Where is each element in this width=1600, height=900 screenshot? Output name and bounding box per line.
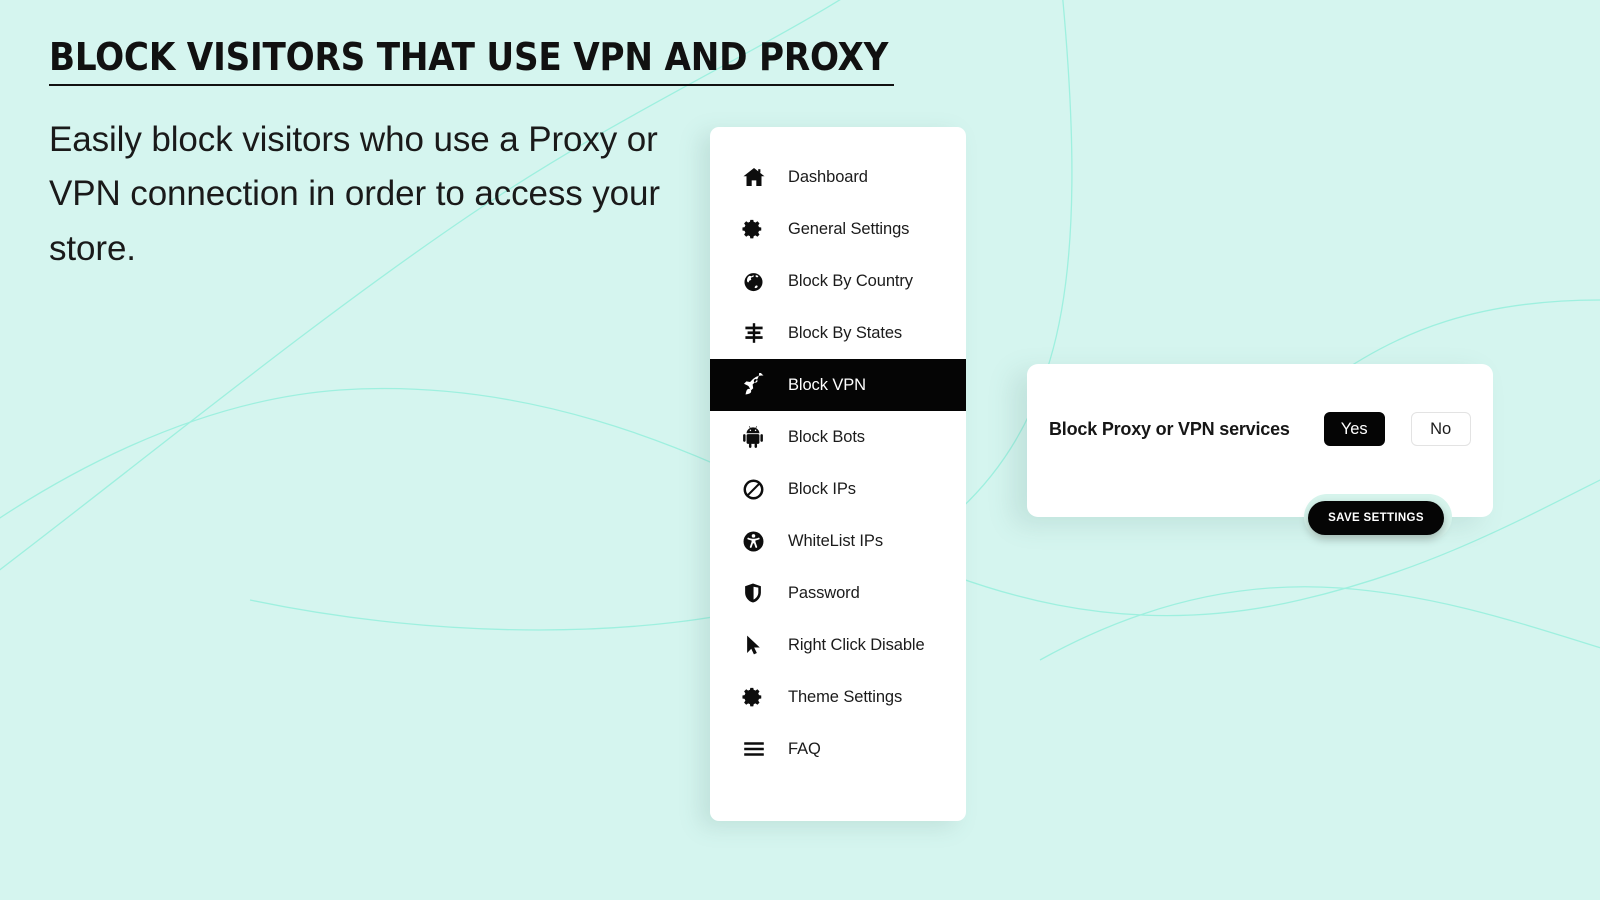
shield-icon <box>742 580 768 606</box>
sidebar-item-password[interactable]: Password <box>710 567 966 619</box>
sidebar-item-label: Block VPN <box>788 375 866 394</box>
sidebar-item-label: Block By States <box>788 323 903 342</box>
save-settings-button[interactable]: SAVE SETTINGS <box>1308 501 1444 535</box>
cursor-arrow-icon <box>742 632 768 658</box>
rocket-icon <box>742 372 768 398</box>
android-robot-icon <box>742 424 768 450</box>
gear-icon <box>742 684 768 710</box>
sidebar-item-block-ips[interactable]: Block IPs <box>710 463 966 515</box>
sidebar-nav: Dashboard General Settings Block By Countr… <box>710 127 966 821</box>
gear-icon <box>742 216 768 242</box>
signpost-icon <box>742 320 768 346</box>
setting-label: Block Proxy or VPN services <box>1049 418 1290 439</box>
page-title: BLOCK VISITORS THAT USE VPN AND PROXY <box>49 35 889 79</box>
ban-icon <box>742 476 768 502</box>
sidebar-item-label: Block Bots <box>788 427 865 446</box>
sidebar-item-faq[interactable]: FAQ <box>710 723 966 775</box>
sidebar-item-label: Theme Settings <box>788 687 903 706</box>
sidebar-item-dashboard[interactable]: Dashboard <box>710 151 966 203</box>
block-proxy-yes-button[interactable]: Yes <box>1323 412 1385 446</box>
sidebar-item-label: General Settings <box>788 219 910 238</box>
block-proxy-no-button[interactable]: No <box>1410 412 1471 446</box>
accessibility-icon <box>742 528 768 554</box>
sidebar-item-label: Dashboard <box>788 167 868 186</box>
sidebar-item-label: Block IPs <box>788 479 856 498</box>
promo-block: BLOCK VISITORS THAT USE VPN AND PROXY Ea… <box>49 35 894 276</box>
sidebar-item-label: WhiteList IPs <box>788 531 883 550</box>
sidebar-item-label: Password <box>788 583 860 602</box>
sidebar-item-right-click-disable[interactable]: Right Click Disable <box>710 619 966 671</box>
sidebar-item-theme-settings[interactable]: Theme Settings <box>710 671 966 723</box>
home-icon <box>742 164 768 190</box>
block-proxy-vpn-row: Block Proxy or VPN services Yes No <box>1049 412 1471 446</box>
title-underline <box>49 83 894 86</box>
sidebar-item-block-by-states[interactable]: Block By States <box>710 307 966 359</box>
globe-icon <box>742 268 768 294</box>
sidebar-item-label: Block By Country <box>788 271 913 290</box>
hamburger-icon <box>742 736 768 762</box>
promo-subtitle: Easily block visitors who use a Proxy or… <box>49 119 660 268</box>
sidebar-item-whitelist-ips[interactable]: WhiteList IPs <box>710 515 966 567</box>
sidebar-item-general-settings[interactable]: General Settings <box>710 203 966 255</box>
sidebar-item-label: Right Click Disable <box>788 635 925 654</box>
sidebar-item-label: FAQ <box>788 739 821 758</box>
sidebar-item-block-bots[interactable]: Block Bots <box>710 411 966 463</box>
sidebar-item-block-by-country[interactable]: Block By Country <box>710 255 966 307</box>
sidebar-item-block-vpn[interactable]: Block VPN <box>710 359 966 411</box>
